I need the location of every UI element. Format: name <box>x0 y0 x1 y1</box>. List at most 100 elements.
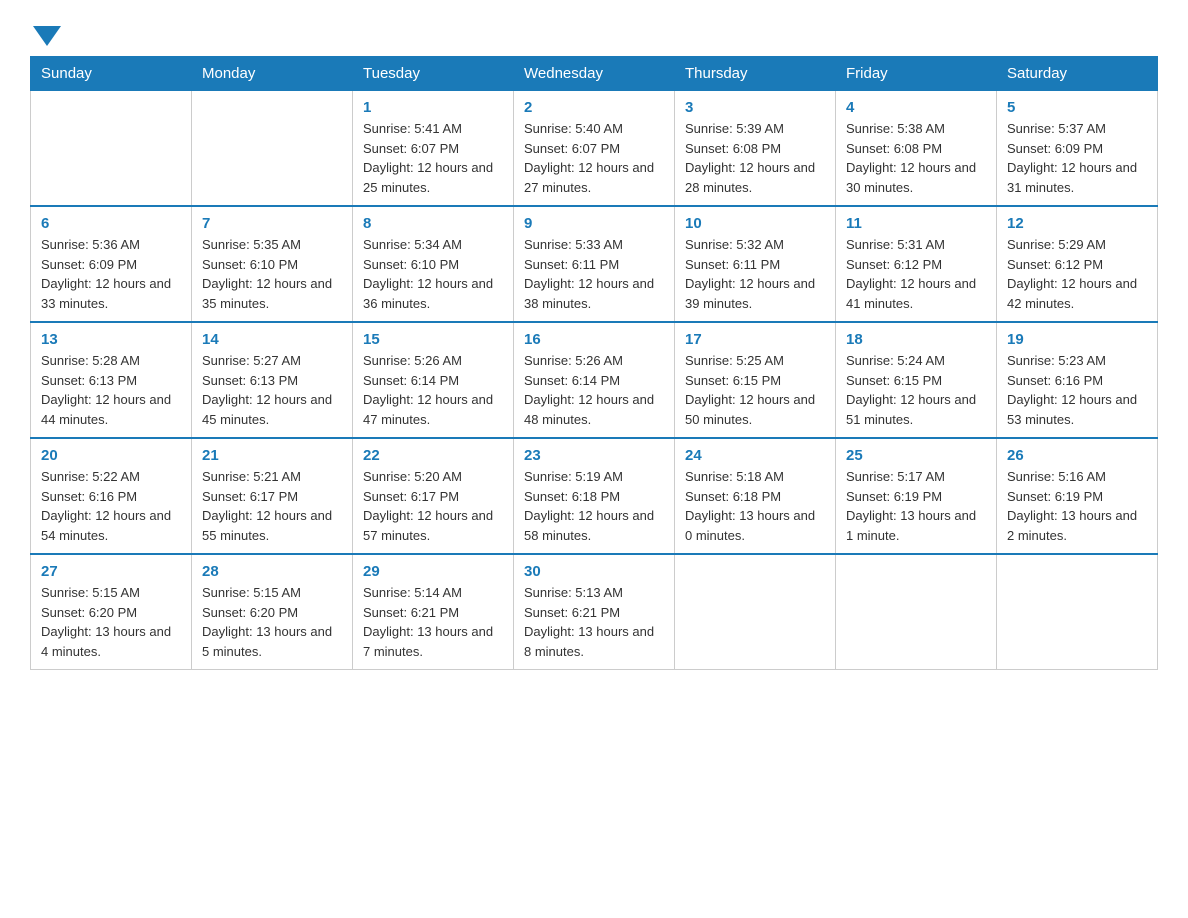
calendar-day-cell: 28 Sunrise: 5:15 AMSunset: 6:20 PMDayligh… <box>192 554 353 670</box>
day-number: 28 <box>202 563 342 580</box>
calendar-header-monday: Monday <box>192 57 353 91</box>
day-number: 30 <box>524 563 664 580</box>
day-info: Sunrise: 5:41 AMSunset: 6:07 PMDaylight:… <box>363 119 503 197</box>
calendar-day-cell: 15 Sunrise: 5:26 AMSunset: 6:14 PMDayligh… <box>353 322 514 438</box>
day-info: Sunrise: 5:15 AMSunset: 6:20 PMDaylight:… <box>202 583 342 661</box>
day-number: 15 <box>363 331 503 348</box>
day-info: Sunrise: 5:21 AMSunset: 6:17 PMDaylight:… <box>202 467 342 545</box>
day-info: Sunrise: 5:15 AMSunset: 6:20 PMDaylight:… <box>41 583 181 661</box>
day-number: 6 <box>41 215 181 232</box>
day-number: 14 <box>202 331 342 348</box>
calendar-week-row: 1 Sunrise: 5:41 AMSunset: 6:07 PMDaylight… <box>31 91 1158 207</box>
calendar-day-cell: 2 Sunrise: 5:40 AMSunset: 6:07 PMDaylight… <box>514 91 675 207</box>
day-info: Sunrise: 5:26 AMSunset: 6:14 PMDaylight:… <box>524 351 664 429</box>
calendar-day-cell: 9 Sunrise: 5:33 AMSunset: 6:11 PMDaylight… <box>514 206 675 322</box>
day-info: Sunrise: 5:25 AMSunset: 6:15 PMDaylight:… <box>685 351 825 429</box>
day-number: 9 <box>524 215 664 232</box>
calendar-day-cell: 16 Sunrise: 5:26 AMSunset: 6:14 PMDayligh… <box>514 322 675 438</box>
day-number: 7 <box>202 215 342 232</box>
calendar-day-cell: 12Sunrise: 5:29 AMSunset: 6:12 PMDayligh… <box>997 206 1158 322</box>
day-number: 10 <box>685 215 825 232</box>
day-number: 29 <box>363 563 503 580</box>
calendar-day-cell: 22 Sunrise: 5:20 AMSunset: 6:17 PMDayligh… <box>353 438 514 554</box>
day-info: Sunrise: 5:26 AMSunset: 6:14 PMDaylight:… <box>363 351 503 429</box>
calendar-day-cell: 11 Sunrise: 5:31 AMSunset: 6:12 PMDayligh… <box>836 206 997 322</box>
calendar-day-cell: 24Sunrise: 5:18 AMSunset: 6:18 PMDayligh… <box>675 438 836 554</box>
day-number: 11 <box>846 215 986 232</box>
calendar-day-cell: 17 Sunrise: 5:25 AMSunset: 6:15 PMDayligh… <box>675 322 836 438</box>
calendar-header-saturday: Saturday <box>997 57 1158 91</box>
calendar-header-wednesday: Wednesday <box>514 57 675 91</box>
calendar-day-cell: 7 Sunrise: 5:35 AMSunset: 6:10 PMDaylight… <box>192 206 353 322</box>
calendar-day-cell: 20Sunrise: 5:22 AMSunset: 6:16 PMDayligh… <box>31 438 192 554</box>
calendar-day-cell: 19Sunrise: 5:23 AMSunset: 6:16 PMDayligh… <box>997 322 1158 438</box>
day-info: Sunrise: 5:28 AMSunset: 6:13 PMDaylight:… <box>41 351 181 429</box>
calendar-header-row: SundayMondayTuesdayWednesdayThursdayFrid… <box>31 57 1158 91</box>
day-info: Sunrise: 5:37 AMSunset: 6:09 PMDaylight:… <box>1007 119 1147 197</box>
day-info: Sunrise: 5:14 AMSunset: 6:21 PMDaylight:… <box>363 583 503 661</box>
day-info: Sunrise: 5:32 AMSunset: 6:11 PMDaylight:… <box>685 235 825 313</box>
day-number: 25 <box>846 447 986 464</box>
calendar-day-cell: 6 Sunrise: 5:36 AMSunset: 6:09 PMDaylight… <box>31 206 192 322</box>
day-info: Sunrise: 5:17 AMSunset: 6:19 PMDaylight:… <box>846 467 986 545</box>
day-info: Sunrise: 5:39 AMSunset: 6:08 PMDaylight:… <box>685 119 825 197</box>
calendar-header-tuesday: Tuesday <box>353 57 514 91</box>
day-number: 22 <box>363 447 503 464</box>
calendar-table: SundayMondayTuesdayWednesdayThursdayFrid… <box>30 56 1158 670</box>
day-number: 4 <box>846 99 986 116</box>
calendar-day-cell: 29 Sunrise: 5:14 AMSunset: 6:21 PMDayligh… <box>353 554 514 670</box>
day-info: Sunrise: 5:19 AMSunset: 6:18 PMDaylight:… <box>524 467 664 545</box>
calendar-day-cell <box>192 91 353 207</box>
calendar-day-cell: 4 Sunrise: 5:38 AMSunset: 6:08 PMDaylight… <box>836 91 997 207</box>
day-info: Sunrise: 5:33 AMSunset: 6:11 PMDaylight:… <box>524 235 664 313</box>
day-info: Sunrise: 5:36 AMSunset: 6:09 PMDaylight:… <box>41 235 181 313</box>
calendar-day-cell: 21Sunrise: 5:21 AMSunset: 6:17 PMDayligh… <box>192 438 353 554</box>
day-info: Sunrise: 5:40 AMSunset: 6:07 PMDaylight:… <box>524 119 664 197</box>
calendar-day-cell: 14 Sunrise: 5:27 AMSunset: 6:13 PMDayligh… <box>192 322 353 438</box>
calendar-day-cell <box>675 554 836 670</box>
day-number: 16 <box>524 331 664 348</box>
day-number: 2 <box>524 99 664 116</box>
day-info: Sunrise: 5:29 AMSunset: 6:12 PMDaylight:… <box>1007 235 1147 313</box>
day-info: Sunrise: 5:23 AMSunset: 6:16 PMDaylight:… <box>1007 351 1147 429</box>
day-number: 17 <box>685 331 825 348</box>
logo-triangle-icon <box>33 26 61 46</box>
calendar-day-cell: 10 Sunrise: 5:32 AMSunset: 6:11 PMDayligh… <box>675 206 836 322</box>
calendar-day-cell: 26 Sunrise: 5:16 AMSunset: 6:19 PMDayligh… <box>997 438 1158 554</box>
day-number: 13 <box>41 331 181 348</box>
calendar-day-cell: 30Sunrise: 5:13 AMSunset: 6:21 PMDayligh… <box>514 554 675 670</box>
day-number: 8 <box>363 215 503 232</box>
calendar-day-cell: 13 Sunrise: 5:28 AMSunset: 6:13 PMDayligh… <box>31 322 192 438</box>
day-number: 27 <box>41 563 181 580</box>
day-number: 26 <box>1007 447 1147 464</box>
calendar-day-cell: 3Sunrise: 5:39 AMSunset: 6:08 PMDaylight… <box>675 91 836 207</box>
calendar-day-cell: 5 Sunrise: 5:37 AMSunset: 6:09 PMDaylight… <box>997 91 1158 207</box>
calendar-day-cell <box>31 91 192 207</box>
calendar-header-thursday: Thursday <box>675 57 836 91</box>
calendar-day-cell: 8 Sunrise: 5:34 AMSunset: 6:10 PMDaylight… <box>353 206 514 322</box>
day-number: 23 <box>524 447 664 464</box>
calendar-day-cell <box>836 554 997 670</box>
calendar-day-cell: 23 Sunrise: 5:19 AMSunset: 6:18 PMDayligh… <box>514 438 675 554</box>
calendar-header-sunday: Sunday <box>31 57 192 91</box>
day-info: Sunrise: 5:20 AMSunset: 6:17 PMDaylight:… <box>363 467 503 545</box>
day-number: 18 <box>846 331 986 348</box>
calendar-week-row: 27 Sunrise: 5:15 AMSunset: 6:20 PMDayligh… <box>31 554 1158 670</box>
day-number: 20 <box>41 447 181 464</box>
day-info: Sunrise: 5:38 AMSunset: 6:08 PMDaylight:… <box>846 119 986 197</box>
day-number: 5 <box>1007 99 1147 116</box>
calendar-week-row: 20Sunrise: 5:22 AMSunset: 6:16 PMDayligh… <box>31 438 1158 554</box>
day-info: Sunrise: 5:34 AMSunset: 6:10 PMDaylight:… <box>363 235 503 313</box>
calendar-week-row: 13 Sunrise: 5:28 AMSunset: 6:13 PMDayligh… <box>31 322 1158 438</box>
day-info: Sunrise: 5:31 AMSunset: 6:12 PMDaylight:… <box>846 235 986 313</box>
day-info: Sunrise: 5:35 AMSunset: 6:10 PMDaylight:… <box>202 235 342 313</box>
page-header <box>30 20 1158 46</box>
calendar-day-cell: 27 Sunrise: 5:15 AMSunset: 6:20 PMDayligh… <box>31 554 192 670</box>
day-number: 1 <box>363 99 503 116</box>
day-info: Sunrise: 5:27 AMSunset: 6:13 PMDaylight:… <box>202 351 342 429</box>
logo <box>30 20 61 46</box>
day-info: Sunrise: 5:18 AMSunset: 6:18 PMDaylight:… <box>685 467 825 545</box>
day-info: Sunrise: 5:24 AMSunset: 6:15 PMDaylight:… <box>846 351 986 429</box>
day-info: Sunrise: 5:16 AMSunset: 6:19 PMDaylight:… <box>1007 467 1147 545</box>
calendar-day-cell <box>997 554 1158 670</box>
